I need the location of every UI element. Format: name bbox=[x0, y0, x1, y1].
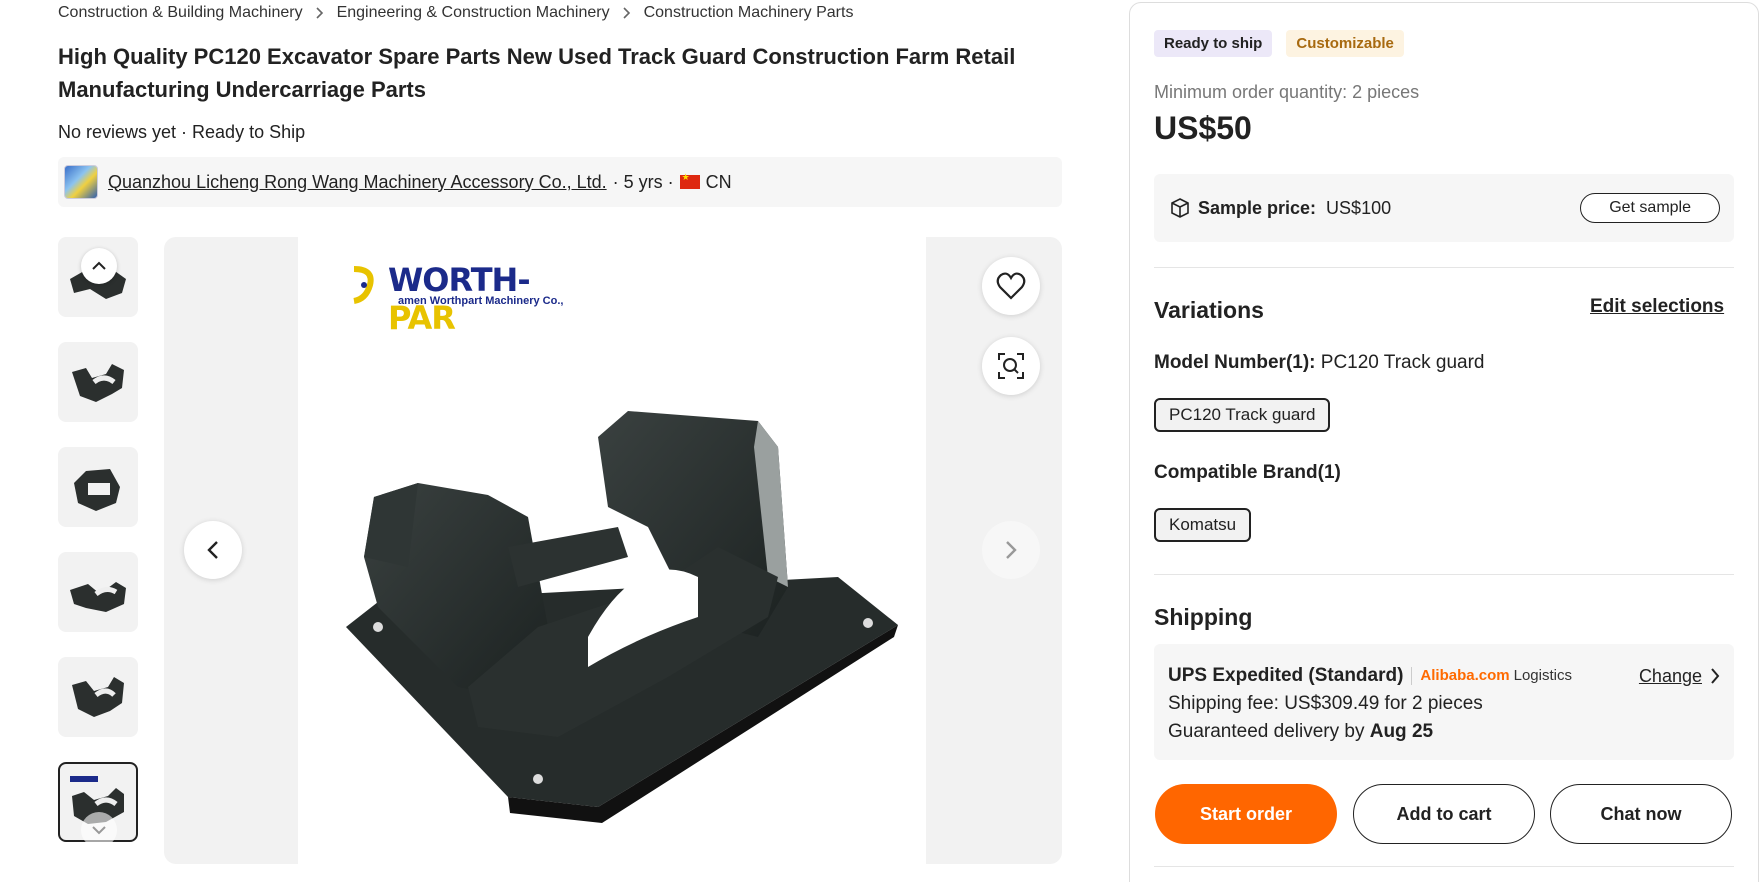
chevron-right-icon bbox=[1006, 541, 1017, 559]
chevron-down-icon bbox=[92, 826, 106, 835]
compatible-brand-label: Compatible Brand(1) bbox=[1154, 462, 1341, 483]
image-search-button[interactable] bbox=[982, 337, 1040, 395]
shipping-method: UPS Expedited (Standard) bbox=[1168, 665, 1404, 686]
thumbnail[interactable] bbox=[58, 657, 138, 737]
supplier-logo[interactable] bbox=[64, 165, 98, 199]
product-meta: No reviews yet · Ready to Ship bbox=[58, 122, 306, 142]
breadcrumb-item[interactable]: Construction Machinery Parts bbox=[644, 4, 854, 22]
model-option-chip[interactable]: PC120 Track guard bbox=[1154, 398, 1331, 432]
shipping-heading: Shipping bbox=[1154, 604, 1253, 630]
box-icon bbox=[1171, 198, 1189, 218]
product-main-image[interactable]: WORTH-PAR amen Worthpart Machinery Co., bbox=[298, 237, 926, 864]
divider bbox=[1154, 574, 1734, 575]
supplier-country: CN bbox=[705, 171, 732, 192]
logistics-label: Logistics bbox=[1513, 667, 1572, 684]
thumbnail-strip bbox=[58, 237, 138, 867]
tag-list: Ready to ship Customizable bbox=[1154, 30, 1404, 57]
sample-price-box: Sample price: US$100 Get sample bbox=[1154, 174, 1734, 242]
image-search-icon bbox=[998, 353, 1024, 379]
brand-option-chip[interactable]: Komatsu bbox=[1154, 508, 1252, 542]
track-guard-image bbox=[346, 411, 898, 823]
chevron-right-icon bbox=[1711, 668, 1720, 684]
thumbnail[interactable] bbox=[58, 447, 138, 527]
model-number-value: PC120 Track guard bbox=[1320, 352, 1485, 373]
sample-price-value: US$100 bbox=[1326, 197, 1392, 218]
heart-icon bbox=[996, 272, 1026, 300]
brand-logo: WORTH-PAR amen Worthpart Machinery Co., bbox=[308, 243, 568, 337]
alibaba-logo: Alibaba.com bbox=[1420, 667, 1510, 684]
divider bbox=[1154, 267, 1734, 268]
thumbnails-scroll-down-button[interactable] bbox=[81, 812, 117, 848]
breadcrumb-item[interactable]: Construction & Building Machinery bbox=[58, 4, 303, 22]
sample-price-label: Sample price: bbox=[1198, 197, 1317, 218]
thumbnails-scroll-up-button[interactable] bbox=[81, 248, 117, 284]
model-number-label: Model Number(1): bbox=[1154, 352, 1316, 373]
ready-to-ship-badge: Ready to ship bbox=[1154, 30, 1273, 57]
shipping-box: UPS Expedited (Standard) Alibaba.com Log… bbox=[1154, 644, 1734, 760]
thumbnail[interactable] bbox=[58, 552, 138, 632]
supplier-name-link[interactable]: Quanzhou Licheng Rong Wang Machinery Acc… bbox=[108, 172, 607, 193]
chat-now-button[interactable]: Chat now bbox=[1550, 784, 1732, 844]
breadcrumb: Construction & Building Machinery Engine… bbox=[58, 4, 853, 22]
compatible-brand-row: Compatible Brand(1) bbox=[1154, 462, 1341, 484]
thumbnail[interactable] bbox=[58, 342, 138, 422]
previous-image-button[interactable] bbox=[184, 521, 242, 579]
model-number-row: Model Number(1): PC120 Track guard bbox=[1154, 352, 1484, 374]
start-order-button[interactable]: Start order bbox=[1155, 784, 1337, 844]
delivery-date: Aug 25 bbox=[1369, 721, 1434, 742]
chevron-right-icon bbox=[315, 6, 325, 20]
product-title: High Quality PC120 Excavator Spare Parts… bbox=[58, 44, 1016, 102]
supplier-bar: Quanzhou Licheng Rong Wang Machinery Acc… bbox=[58, 157, 1062, 207]
next-image-button[interactable] bbox=[982, 521, 1040, 579]
add-to-cart-button[interactable]: Add to cart bbox=[1353, 784, 1535, 844]
edit-selections-link[interactable]: Edit selections bbox=[1590, 296, 1724, 318]
change-shipping-link[interactable]: Change bbox=[1639, 662, 1720, 690]
customizable-badge: Customizable bbox=[1286, 30, 1404, 57]
minimum-order-quantity: Minimum order quantity: 2 pieces bbox=[1154, 82, 1420, 102]
variations-heading: Variations bbox=[1154, 297, 1264, 323]
chevron-left-icon bbox=[207, 541, 218, 559]
delivery-guarantee: Guaranteed delivery by Aug 25 bbox=[1168, 721, 1434, 742]
price: US$50 bbox=[1154, 110, 1252, 146]
breadcrumb-item[interactable]: Engineering & Construction Machinery bbox=[337, 4, 610, 22]
main-image-viewer: WORTH-PAR amen Worthpart Machinery Co., bbox=[164, 237, 1062, 864]
chevron-up-icon bbox=[92, 261, 106, 270]
chevron-right-icon bbox=[622, 6, 632, 20]
get-sample-button[interactable]: Get sample bbox=[1580, 193, 1720, 223]
supplier-years: · 5 yrs · bbox=[612, 171, 674, 192]
favorite-button[interactable] bbox=[982, 257, 1040, 315]
divider bbox=[1154, 866, 1734, 867]
shipping-fee: Shipping fee: US$309.49 for 2 pieces bbox=[1168, 693, 1483, 714]
china-flag-icon bbox=[679, 172, 700, 189]
